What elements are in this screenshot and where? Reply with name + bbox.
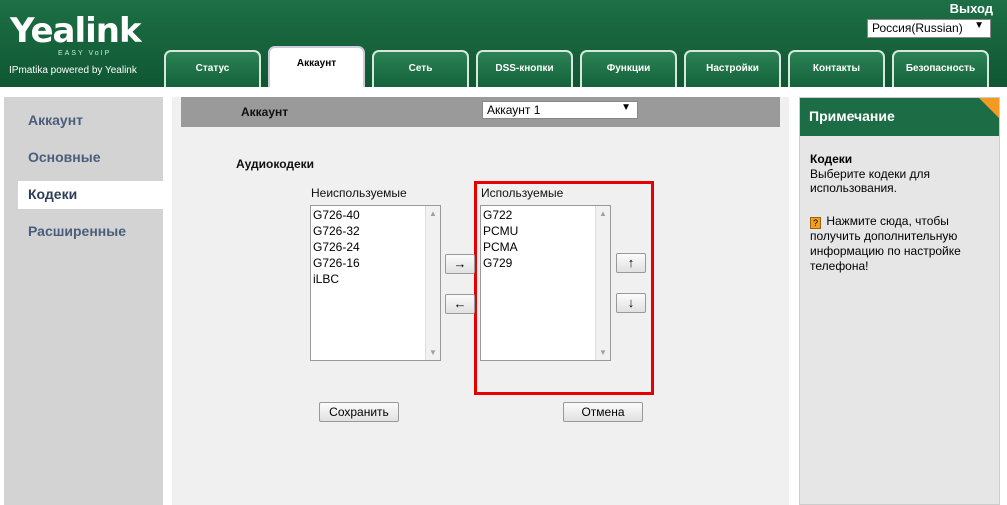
used-codecs-list[interactable]: G722 PCMU PCMA G729 ▲ ▼ bbox=[480, 205, 611, 361]
audio-codecs-title: Аудиокодеки bbox=[236, 157, 315, 171]
note-header-title: Примечание bbox=[809, 108, 895, 124]
unused-codec-option[interactable]: G726-16 bbox=[311, 255, 440, 271]
scroll-down-icon[interactable]: ▼ bbox=[429, 348, 437, 357]
move-down-button[interactable]: ↓ bbox=[616, 293, 646, 313]
account-select[interactable]: Аккаунт 1 ▼ bbox=[482, 101, 638, 119]
sidebar-item-codecs[interactable]: Кодеки bbox=[18, 181, 171, 209]
logout-link[interactable]: Выход bbox=[950, 1, 993, 16]
sidebar-item-account[interactable]: Аккаунт bbox=[28, 112, 83, 128]
used-codec-option[interactable]: G729 bbox=[481, 255, 610, 271]
tab-account[interactable]: Аккаунт bbox=[268, 46, 365, 87]
unused-codec-option[interactable]: G726-32 bbox=[311, 223, 440, 239]
sidebar-item-advanced[interactable]: Расширенные bbox=[28, 223, 126, 239]
main-content: Аккаунт Аккаунт 1 ▼ Аудиокодеки Неисполь… bbox=[172, 97, 789, 505]
note-description: Выберите кодеки для использования. bbox=[810, 167, 931, 195]
logo-text: Yealink bbox=[10, 11, 142, 51]
tab-contacts[interactable]: Контакты bbox=[788, 50, 885, 87]
dropdown-arrow-icon: ▼ bbox=[974, 20, 984, 31]
account-select-value: Аккаунт 1 bbox=[487, 103, 541, 117]
unused-codec-option[interactable]: G726-40 bbox=[311, 207, 440, 223]
move-left-button[interactable]: ← bbox=[445, 294, 475, 314]
note-title: Кодеки bbox=[810, 152, 853, 166]
save-button[interactable]: Сохранить bbox=[319, 402, 399, 422]
language-value: Россия(Russian) bbox=[872, 21, 963, 35]
tab-dss-keys[interactable]: DSS-кнопки bbox=[476, 50, 573, 87]
unused-codecs-list[interactable]: G726-40 G726-32 G726-24 G726-16 iLBC ▲ ▼ bbox=[310, 205, 441, 361]
note-header: Примечание bbox=[800, 98, 999, 136]
unused-codecs-label: Неиспользуемые bbox=[311, 186, 407, 200]
unused-codec-option[interactable]: iLBC bbox=[311, 271, 440, 287]
header: Yealink EASY VoIP IPmatika powered by Ye… bbox=[0, 0, 1007, 87]
account-label: Аккаунт bbox=[241, 105, 289, 119]
used-codec-option[interactable]: PCMA bbox=[481, 239, 610, 255]
tab-features[interactable]: Функции bbox=[580, 50, 677, 87]
used-codec-option[interactable]: G722 bbox=[481, 207, 610, 223]
logo-tagline: EASY VoIP bbox=[58, 50, 112, 57]
sidebar-item-basic[interactable]: Основные bbox=[28, 149, 101, 165]
move-up-button[interactable]: ↑ bbox=[616, 253, 646, 273]
tab-settings[interactable]: Настройки bbox=[684, 50, 781, 87]
tab-status[interactable]: Статус bbox=[164, 50, 261, 87]
used-codec-option[interactable]: PCMU bbox=[481, 223, 610, 239]
yealink-logo: Yealink EASY VoIP bbox=[10, 11, 142, 57]
sidebar: Аккаунт Основные Кодеки Расширенные bbox=[4, 97, 171, 505]
help-link[interactable]: ? Нажмите сюда, чтобы получить дополните… bbox=[810, 214, 995, 274]
dropdown-arrow-icon: ▼ bbox=[621, 102, 631, 113]
account-bar: Аккаунт Аккаунт 1 ▼ bbox=[181, 97, 780, 127]
unused-codec-option[interactable]: G726-24 bbox=[311, 239, 440, 255]
move-right-button[interactable]: → bbox=[445, 254, 475, 274]
scroll-up-icon[interactable]: ▲ bbox=[429, 209, 437, 218]
help-icon[interactable]: ? bbox=[810, 217, 821, 229]
tab-network[interactable]: Сеть bbox=[372, 50, 469, 87]
scroll-down-icon[interactable]: ▼ bbox=[599, 348, 607, 357]
corner-fold-icon bbox=[979, 98, 999, 118]
note-panel: Примечание Кодеки Выберите кодеки для ис… bbox=[799, 97, 1000, 505]
scroll-up-icon[interactable]: ▲ bbox=[599, 209, 607, 218]
tab-security[interactable]: Безопасность bbox=[892, 50, 989, 87]
language-select[interactable]: Россия(Russian) ▼ bbox=[867, 19, 991, 38]
used-codecs-label: Используемые bbox=[481, 186, 564, 200]
help-text[interactable]: Нажмите сюда, чтобы получить дополнитель… bbox=[810, 214, 961, 273]
scrollbar[interactable]: ▲ ▼ bbox=[595, 206, 610, 360]
header-subtitle: IPmatika powered by Yealink bbox=[9, 65, 137, 76]
scrollbar[interactable]: ▲ ▼ bbox=[425, 206, 440, 360]
cancel-button[interactable]: Отмена bbox=[563, 402, 643, 422]
